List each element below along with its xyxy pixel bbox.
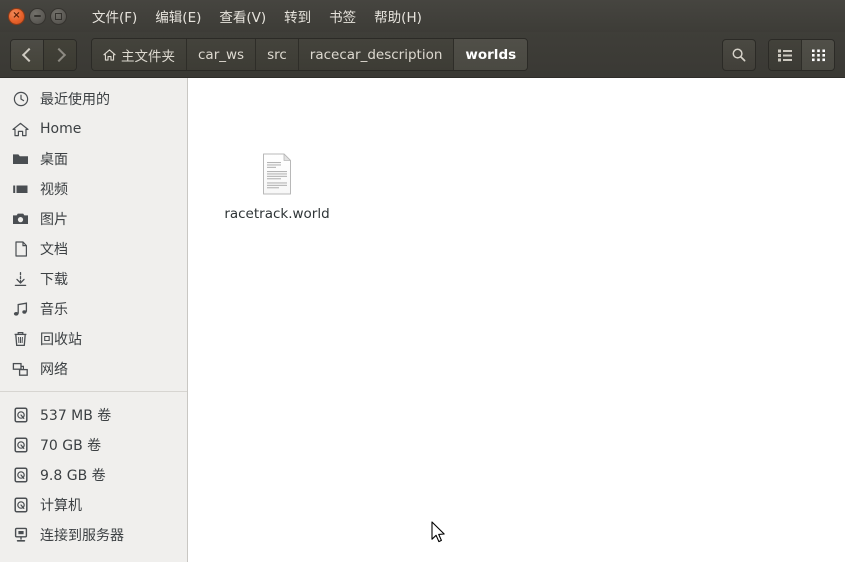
sidebar-item-label: 图片	[40, 212, 68, 228]
breadcrumb-label: car_ws	[198, 46, 245, 63]
minimize-icon	[34, 15, 41, 17]
list-view-icon	[778, 49, 792, 61]
minimize-window-button[interactable]	[29, 7, 46, 25]
search-icon	[732, 48, 746, 61]
sidebar-devices-group: 537 MB 卷 70 GB 卷 9.8 GB 卷 计算机 连接到服务器	[0, 400, 187, 550]
sidebar-item-volume-70gb[interactable]: 70 GB 卷	[0, 430, 187, 460]
sidebar-item-label: 537 MB 卷	[40, 408, 112, 424]
window-controls: ×	[8, 7, 67, 25]
file-list-area[interactable]: racetrack.world	[188, 78, 845, 562]
back-button[interactable]	[11, 39, 43, 70]
navigation-button-group	[10, 38, 77, 71]
sidebar-item-pictures[interactable]: 图片	[0, 204, 187, 234]
sidebar-item-label: 计算机	[40, 498, 82, 514]
forward-button[interactable]	[43, 39, 76, 70]
breadcrumb-label: worlds	[465, 46, 517, 63]
sidebar-item-label: 回收站	[40, 332, 82, 348]
sidebar: 最近使用的 Home 桌面 视频 图片 文档 下载 音乐 回收站 网络 537 …	[0, 78, 188, 562]
breadcrumb-item-worlds[interactable]: worlds	[453, 39, 528, 70]
menu-file[interactable]: 文件(F)	[83, 3, 146, 29]
server-icon	[12, 527, 29, 544]
sidebar-item-label: 网络	[40, 362, 68, 378]
toolbar-right-controls	[722, 38, 835, 71]
document-icon	[12, 241, 29, 258]
breadcrumb: 主文件夹 car_ws src racecar_description worl…	[91, 38, 529, 71]
grid-view-button[interactable]	[801, 39, 834, 70]
sidebar-item-label: 下载	[40, 272, 68, 288]
breadcrumb-item-racecar-description[interactable]: racecar_description	[297, 39, 454, 70]
sidebar-item-label: 视频	[40, 182, 68, 198]
chevron-left-icon	[21, 47, 36, 62]
sidebar-item-volume-98gb[interactable]: 9.8 GB 卷	[0, 460, 187, 490]
sidebar-item-connect-server[interactable]: 连接到服务器	[0, 520, 187, 550]
breadcrumb-label: 主文件夹	[121, 48, 175, 65]
download-icon	[12, 271, 29, 288]
breadcrumb-label: racecar_description	[309, 46, 443, 63]
sidebar-item-downloads[interactable]: 下载	[0, 264, 187, 294]
sidebar-item-documents[interactable]: 文档	[0, 234, 187, 264]
breadcrumb-item-home[interactable]: 主文件夹	[92, 39, 186, 70]
file-item-racetrack-world[interactable]: racetrack.world	[222, 150, 332, 222]
sidebar-item-label: 连接到服务器	[40, 528, 124, 544]
network-icon	[12, 361, 29, 378]
sidebar-item-label: Home	[40, 121, 82, 137]
file-manager-window: × 文件(F) 编辑(E) 查看(V) 转到 书签 帮助(H) 主文件夹 car…	[0, 0, 845, 562]
sidebar-item-desktop[interactable]: 桌面	[0, 144, 187, 174]
file-name-label: racetrack.world	[224, 206, 330, 222]
sidebar-item-computer[interactable]: 计算机	[0, 490, 187, 520]
video-icon	[12, 181, 29, 198]
title-bar: × 文件(F) 编辑(E) 查看(V) 转到 书签 帮助(H)	[0, 0, 845, 32]
sidebar-item-label: 音乐	[40, 302, 68, 318]
sidebar-item-label: 最近使用的	[40, 92, 110, 108]
maximize-window-button[interactable]	[50, 7, 67, 25]
home-icon	[12, 121, 29, 138]
close-window-button[interactable]: ×	[8, 7, 25, 25]
menu-go[interactable]: 转到	[275, 3, 320, 29]
breadcrumb-label: src	[267, 46, 287, 63]
window-body: 最近使用的 Home 桌面 视频 图片 文档 下载 音乐 回收站 网络 537 …	[0, 78, 845, 562]
sidebar-item-label: 桌面	[40, 152, 68, 168]
music-icon	[12, 301, 29, 318]
text-document-icon	[253, 150, 301, 198]
sidebar-item-label: 文档	[40, 242, 68, 258]
menu-edit[interactable]: 编辑(E)	[146, 3, 210, 29]
list-view-button[interactable]	[769, 39, 801, 70]
breadcrumb-item-car-ws[interactable]: car_ws	[186, 39, 256, 70]
menu-bookmarks[interactable]: 书签	[320, 3, 365, 29]
sidebar-item-videos[interactable]: 视频	[0, 174, 187, 204]
sidebar-separator	[0, 391, 187, 392]
home-icon	[103, 48, 116, 61]
view-toggle-group	[768, 38, 835, 71]
drive-icon	[12, 437, 29, 454]
drive-icon	[12, 497, 29, 514]
sidebar-item-recent[interactable]: 最近使用的	[0, 84, 187, 114]
drive-icon	[12, 407, 29, 424]
sidebar-item-home[interactable]: Home	[0, 114, 187, 144]
sidebar-item-music[interactable]: 音乐	[0, 294, 187, 324]
sidebar-item-label: 9.8 GB 卷	[40, 468, 106, 484]
close-icon: ×	[12, 10, 21, 21]
toolbar: 主文件夹 car_ws src racecar_description worl…	[0, 32, 845, 78]
trash-icon	[12, 331, 29, 348]
menu-help[interactable]: 帮助(H)	[365, 3, 431, 29]
camera-icon	[12, 211, 29, 228]
clock-icon	[12, 91, 29, 108]
chevron-right-icon	[51, 47, 66, 62]
sidebar-item-label: 70 GB 卷	[40, 438, 102, 454]
drive-icon	[12, 467, 29, 484]
search-button[interactable]	[722, 38, 756, 71]
maximize-icon	[55, 12, 62, 20]
sidebar-item-trash[interactable]: 回收站	[0, 324, 187, 354]
breadcrumb-item-src[interactable]: src	[255, 39, 298, 70]
sidebar-item-volume-537mb[interactable]: 537 MB 卷	[0, 400, 187, 430]
sidebar-places-group: 最近使用的 Home 桌面 视频 图片 文档 下载 音乐 回收站 网络	[0, 84, 187, 384]
sidebar-item-network[interactable]: 网络	[0, 354, 187, 384]
menu-bar: 文件(F) 编辑(E) 查看(V) 转到 书签 帮助(H)	[83, 3, 431, 29]
grid-view-icon	[811, 49, 825, 61]
menu-view[interactable]: 查看(V)	[210, 3, 275, 29]
folder-icon	[12, 151, 29, 168]
